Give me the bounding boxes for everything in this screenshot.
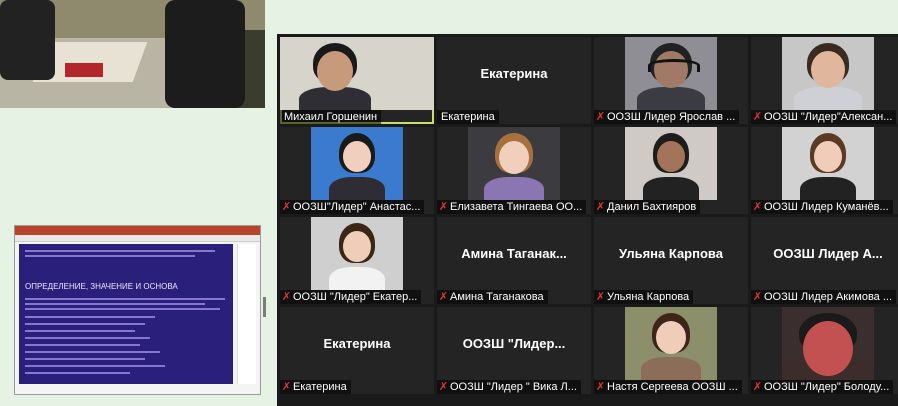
participant-name: ООЗШ Лидер Акимова ... xyxy=(764,291,893,303)
participant-display-name: ООЗШ Лидер А... xyxy=(773,246,883,261)
participant-name-label: ✗ ООЗШ "Лидер" Екатер... xyxy=(280,290,422,304)
muted-mic-icon: ✗ xyxy=(752,381,763,393)
presentation-ribbon xyxy=(15,235,260,242)
participant-name-label: ✗ ООЗШ"Лидер" Анастас... xyxy=(280,200,425,214)
participant-tile[interactable]: Амина Таганак... ✗ Амина Таганакова xyxy=(437,217,591,304)
participant-name: Михаил Горшенин xyxy=(284,111,378,123)
participant-tile[interactable]: Михаил Горшенин xyxy=(280,37,434,124)
participant-tile[interactable]: ✗ Настя Сергеева ООЗШ ... xyxy=(594,307,748,394)
participant-tile[interactable]: ✗ ООЗШ Лидер Ярослав ... xyxy=(594,37,748,124)
muted-mic-icon: ✗ xyxy=(595,111,606,123)
participant-tile[interactable]: ✗ ООЗШ"Лидер" Анастас... xyxy=(280,127,434,214)
participant-tile[interactable]: ООЗШ Лидер А... ✗ ООЗШ Лидер Акимова ... xyxy=(751,217,898,304)
participant-tile[interactable]: Екатерина Екатерина xyxy=(437,37,591,124)
muted-mic-icon: ✗ xyxy=(281,381,292,393)
participant-name: Амина Таганакова xyxy=(450,291,544,303)
participant-name-label: ✗ ООЗШ "Лидер" Болоду... xyxy=(751,380,894,394)
participant-tile[interactable]: ✗ ООЗШ Лидер Куманёв... xyxy=(751,127,898,214)
participant-display-name: Амина Таганак... xyxy=(461,246,567,261)
presentation-titlebar xyxy=(15,226,260,235)
participant-tile[interactable]: Екатерина ✗ Екатерина xyxy=(280,307,434,394)
participant-name: Екатерина xyxy=(441,111,495,123)
participant-name: ООЗШ Лидер Ярослав ... xyxy=(607,111,736,123)
presentation-slide: ОПРЕДЕЛЕНИЕ, ЗНАЧЕНИЕ И ОСНОВА xyxy=(19,244,233,384)
participant-name: ООЗШ "Лидер"Алексан... xyxy=(764,111,893,123)
participant-tile[interactable]: ✗ Данил Бахтияров xyxy=(594,127,748,214)
participant-video xyxy=(468,127,560,200)
participant-display-name: Екатерина xyxy=(480,66,548,81)
slide-title: ОПРЕДЕЛЕНИЕ, ЗНАЧЕНИЕ И ОСНОВА xyxy=(25,282,178,291)
participant-tile[interactable]: Ульяна Карпова ✗ Ульяна Карпова xyxy=(594,217,748,304)
participant-name: ООЗШ"Лидер" Анастас... xyxy=(293,201,421,213)
participant-display-name: Екатерина xyxy=(323,336,391,351)
participant-video xyxy=(782,127,874,200)
video-gallery: Михаил Горшенин Екатерина Екатерина ✗ ООЗШ Л… xyxy=(277,34,898,406)
muted-mic-icon: ✗ xyxy=(595,381,606,393)
participant-name-label: ✗ Екатерина xyxy=(280,380,351,394)
muted-mic-icon: ✗ xyxy=(595,201,606,213)
shared-presentation-window[interactable]: ОПРЕДЕЛЕНИЕ, ЗНАЧЕНИЕ И ОСНОВА xyxy=(14,225,261,395)
participant-name: ООЗШ "Лидер" Екатер... xyxy=(293,291,418,303)
muted-mic-icon: ✗ xyxy=(752,111,763,123)
participant-name-label: ✗ ООЗШ Лидер Куманёв... xyxy=(751,200,893,214)
participant-name-label: ✗ Данил Бахтияров xyxy=(594,200,701,214)
participant-name: Ульяна Карпова xyxy=(607,291,690,303)
participant-video xyxy=(625,307,717,380)
muted-mic-icon: ✗ xyxy=(281,201,292,213)
participant-video xyxy=(625,37,717,110)
participant-name-label: ✗ Ульяна Карпова xyxy=(594,290,694,304)
participant-name-label: ✗ ООЗШ Лидер Ярослав ... xyxy=(594,110,740,124)
participant-video xyxy=(782,307,874,380)
muted-mic-icon: ✗ xyxy=(438,201,449,213)
participant-display-name: Ульяна Карпова xyxy=(619,246,723,261)
muted-mic-icon: ✗ xyxy=(595,291,606,303)
muted-mic-icon: ✗ xyxy=(438,291,449,303)
participant-video xyxy=(311,217,403,290)
participant-name-label: ✗ ООЗШ Лидер Акимова ... xyxy=(751,290,897,304)
room-camera-video xyxy=(0,0,265,108)
presentation-side-panel xyxy=(237,244,256,384)
participant-video xyxy=(280,37,434,110)
participant-video xyxy=(625,127,717,200)
participant-tile[interactable]: ✗ Елизавета Тингаева ОО... xyxy=(437,127,591,214)
participant-tile[interactable]: ✗ ООЗШ "Лидер" Екатер... xyxy=(280,217,434,304)
participant-name-label: Екатерина xyxy=(437,110,499,124)
participant-name-label: Михаил Горшенин xyxy=(280,110,382,124)
participant-name: Екатерина xyxy=(293,381,347,393)
muted-mic-icon: ✗ xyxy=(752,201,763,213)
participant-name: ООЗШ "Лидер " Вика Л... xyxy=(450,381,577,393)
muted-mic-icon: ✗ xyxy=(438,381,449,393)
participant-video xyxy=(782,37,874,110)
participant-name-label: ✗ ООЗШ "Лидер"Алексан... xyxy=(751,110,897,124)
participant-name: ООЗШ "Лидер" Болоду... xyxy=(764,381,890,393)
participant-name: Настя Сергеева ООЗШ ... xyxy=(607,381,738,393)
splitter-handle[interactable] xyxy=(263,297,266,317)
participant-tile[interactable]: ✗ ООЗШ "Лидер" Болоду... xyxy=(751,307,898,394)
muted-mic-icon: ✗ xyxy=(281,291,292,303)
participant-name-label: ✗ ООЗШ "Лидер " Вика Л... xyxy=(437,380,581,394)
participant-tile[interactable]: ✗ ООЗШ "Лидер"Алексан... xyxy=(751,37,898,124)
participant-video xyxy=(311,127,403,200)
participant-name: ООЗШ Лидер Куманёв... xyxy=(764,201,889,213)
participant-name: Данил Бахтияров xyxy=(607,201,697,213)
participant-tile[interactable]: ООЗШ "Лидер... ✗ ООЗШ "Лидер " Вика Л... xyxy=(437,307,591,394)
participant-name: Елизавета Тингаева ОО... xyxy=(450,201,583,213)
participant-name-label: ✗ Настя Сергеева ООЗШ ... xyxy=(594,380,742,394)
muted-mic-icon: ✗ xyxy=(752,291,763,303)
participant-name-label: ✗ Елизавета Тингаева ОО... xyxy=(437,200,587,214)
participant-display-name: ООЗШ "Лидер... xyxy=(462,336,566,351)
participant-name-label: ✗ Амина Таганакова xyxy=(437,290,548,304)
